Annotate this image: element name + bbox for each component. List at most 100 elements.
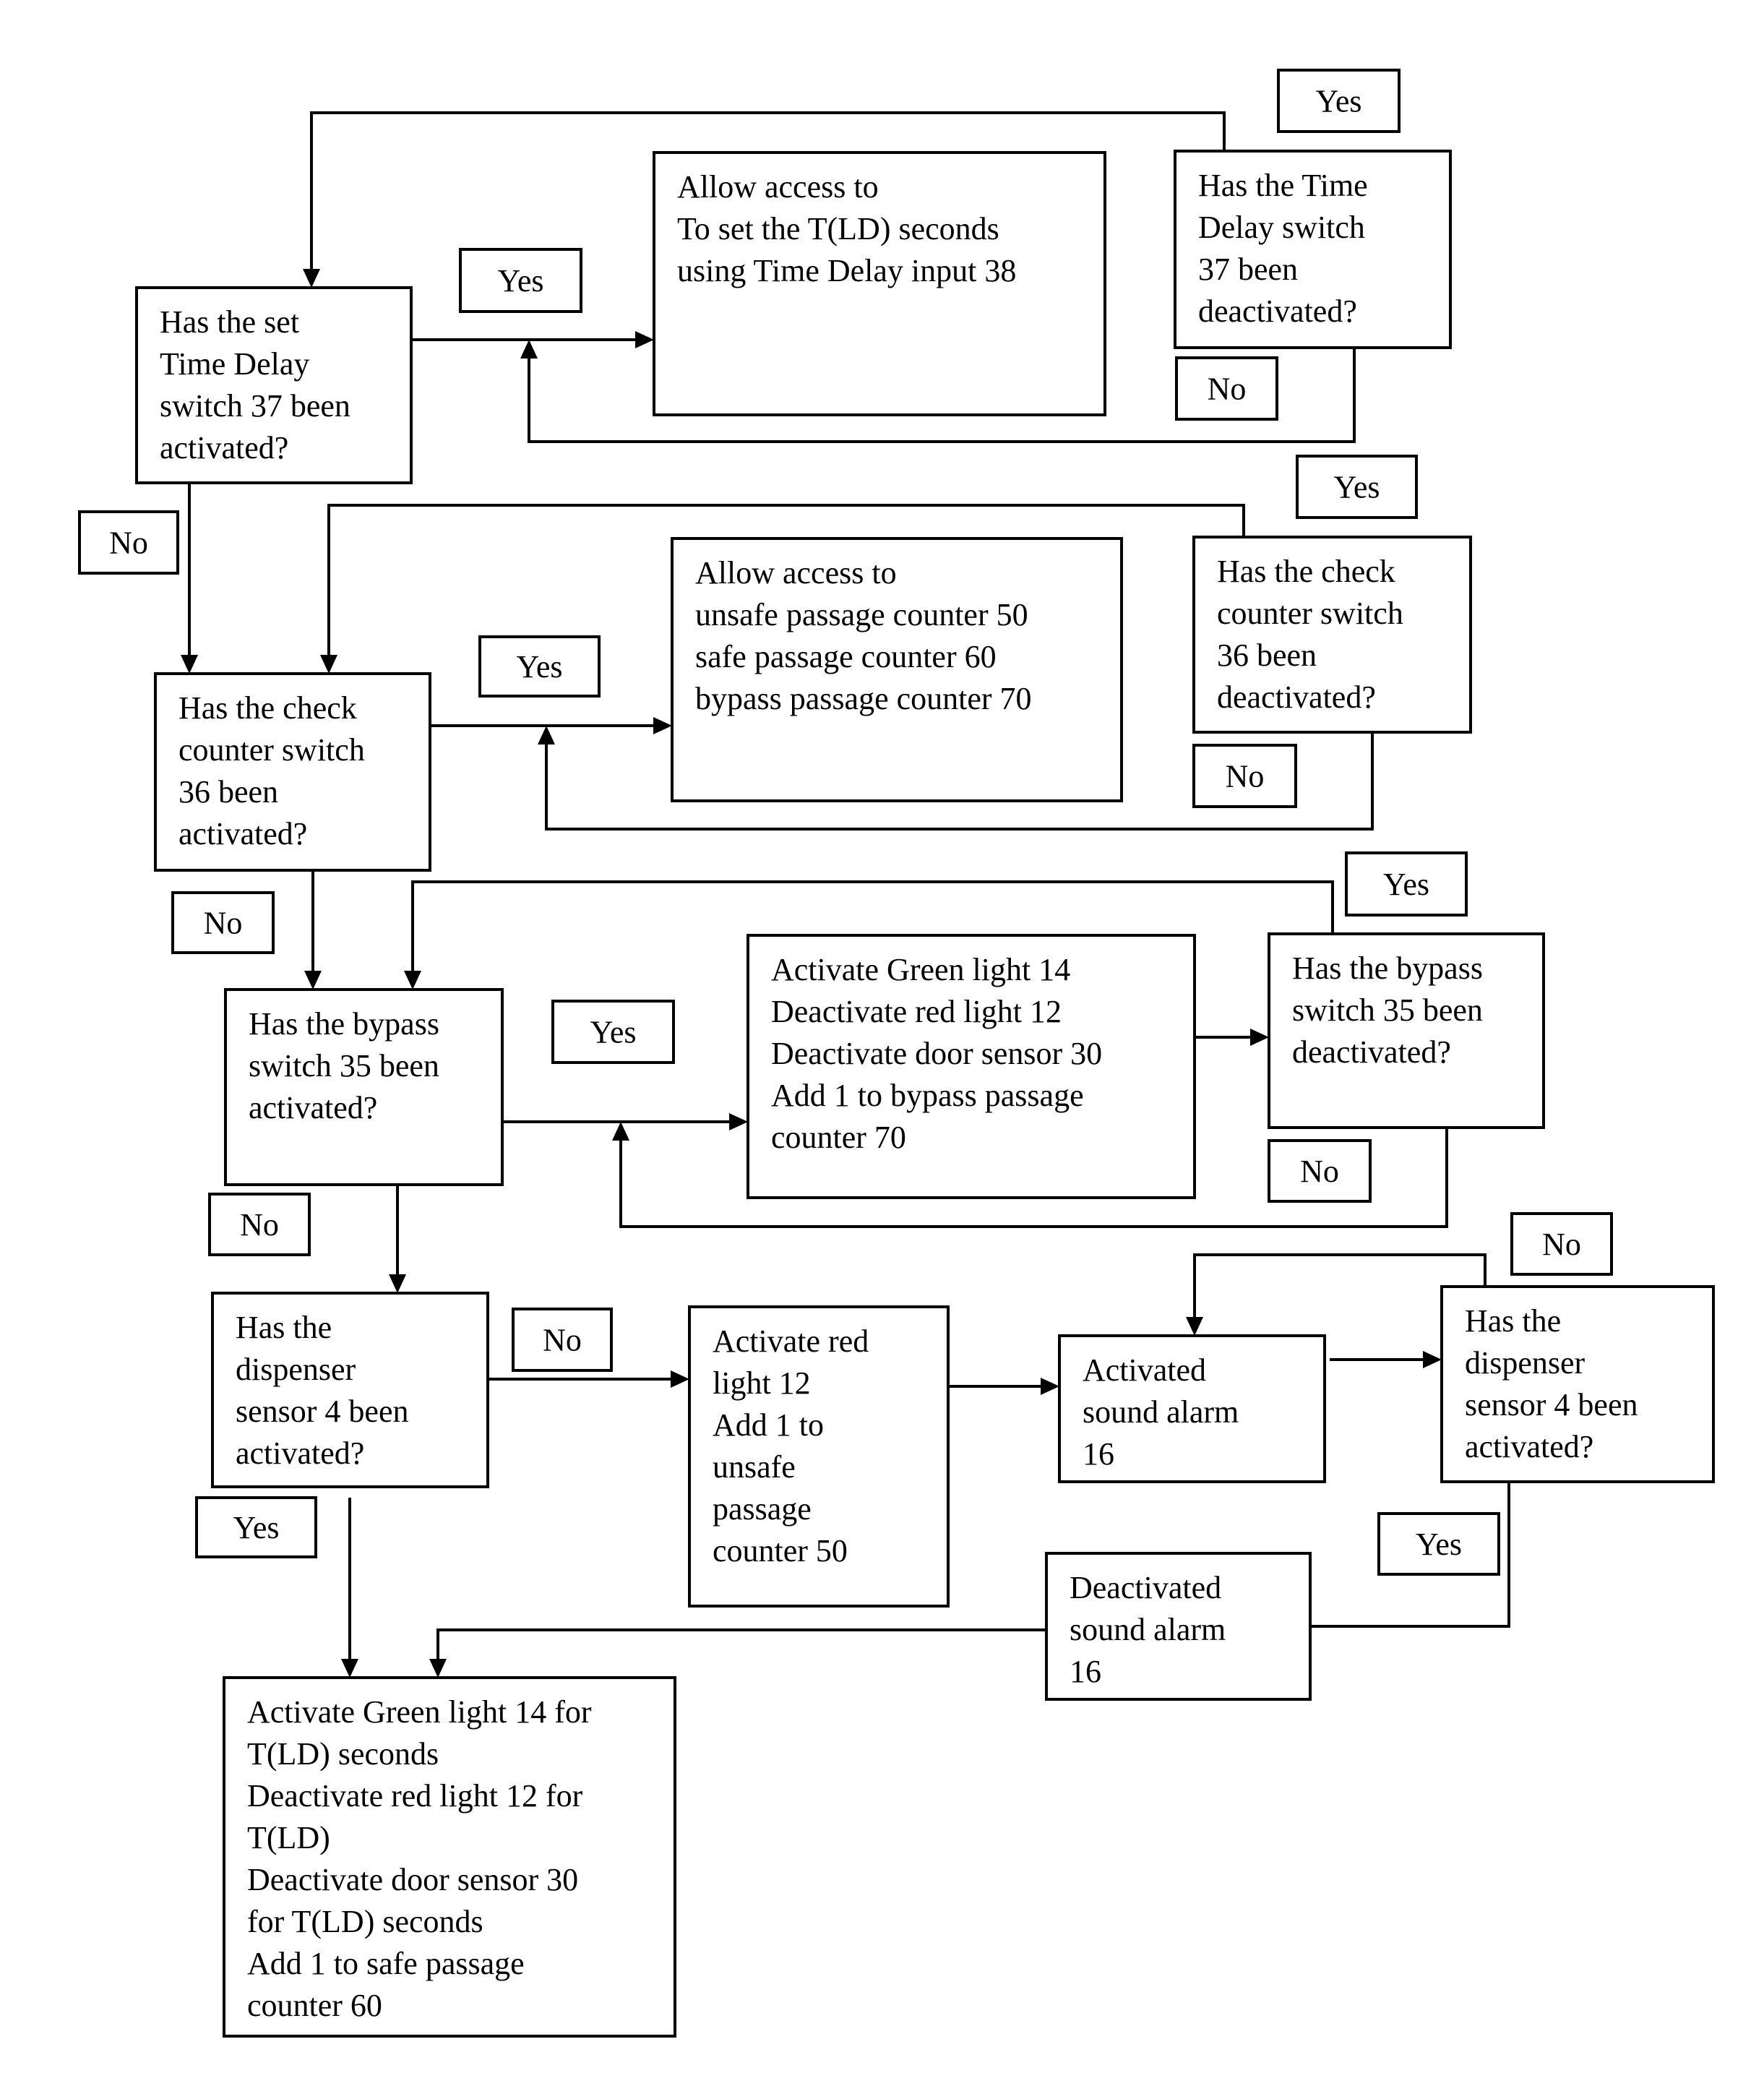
node-text-line: counter 70 — [771, 1120, 906, 1155]
node-q-dispenser-again: Has the dispenser sensor 4 been activated? — [1440, 1285, 1715, 1483]
node-q-check-on: Has the check counter switch 36 been activa… — [154, 672, 431, 872]
node-text-line: Has the bypass — [1292, 950, 1483, 986]
node-text-line: unsafe passage counter 50 — [695, 597, 1028, 632]
node-text-line: Allow access to — [695, 555, 897, 591]
node-text-line: Activated — [1083, 1352, 1206, 1388]
label-text: Yes — [1333, 470, 1380, 505]
node-text-line: Has the check — [178, 690, 357, 726]
node-q-bypass-off: Has the bypass switch 35 been deactivated? — [1268, 932, 1545, 1129]
node-text-line: Has the set — [160, 304, 299, 340]
arrowhead-icon — [389, 1274, 406, 1293]
node-text-line: To set the T(LD) seconds — [677, 211, 999, 246]
edge-label-yes-check: Yes — [478, 635, 601, 698]
arrowhead-icon — [520, 340, 538, 359]
arrowhead-icon — [429, 1659, 447, 1678]
label-text: No — [543, 1323, 582, 1358]
node-q-bypass-on: Has the bypass switch 35 been activated? — [224, 988, 504, 1186]
node-text-line: activated? — [249, 1090, 377, 1125]
connector-edge-check-yes — [430, 717, 672, 734]
label-text: No — [204, 906, 243, 941]
node-text-line: Has the Time — [1198, 168, 1368, 203]
arrowhead-icon — [404, 971, 421, 990]
node-text-line: Has the check — [1217, 554, 1395, 589]
node-text-line: T(LD) seconds — [247, 1736, 439, 1772]
arrowhead-icon — [320, 655, 337, 674]
label-text: Yes — [590, 1015, 636, 1050]
node-text-line: Activate red — [713, 1323, 869, 1359]
node-text-line: counter 50 — [713, 1533, 848, 1568]
arrowhead-icon — [303, 269, 320, 288]
connector-line — [436, 1628, 1046, 1659]
flowchart-canvas: Has the set Time Delay switch 37 been activ… — [78, 69, 1715, 2038]
node-text-line: dispenser — [1465, 1345, 1586, 1381]
node-p-counters: Allow access to unsafe passage counter 50… — [671, 537, 1123, 802]
node-text-line: Deactivate door sensor 30 — [247, 1862, 578, 1897]
edge-label-no-dispenser: No — [512, 1308, 613, 1372]
label-text: Yes — [1383, 867, 1429, 902]
edge-label-yes-bypass: Yes — [551, 1000, 675, 1064]
node-text-line: 16 — [1070, 1654, 1101, 1689]
edge-label-no-check-off: No — [1192, 744, 1297, 808]
node-text-line: 36 been — [178, 774, 278, 810]
node-text-line: Has the — [1465, 1303, 1561, 1339]
edge-label-yes-bypass-off: Yes — [1345, 851, 1468, 917]
node-p-alarm-off: Deactivated sound alarm 16 — [1045, 1552, 1312, 1701]
arrowhead-icon — [635, 331, 654, 348]
label-text: No — [240, 1207, 279, 1242]
arrowhead-icon — [1423, 1351, 1442, 1368]
label-text: Yes — [497, 263, 543, 299]
connector-edge-dispenser-no — [488, 1370, 689, 1388]
node-text-line: sensor 4 been — [1465, 1387, 1638, 1422]
label-text: No — [1226, 759, 1265, 794]
node-text-line: counter switch — [1217, 596, 1403, 631]
arrowhead-icon — [304, 971, 322, 990]
node-text-line: Deactivate door sensor 30 — [771, 1036, 1102, 1071]
edge-label-no-check: No — [171, 891, 275, 954]
node-q-dispenser: Has the dispenser sensor 4 been activated? — [211, 1292, 489, 1488]
connector-edge-check-no — [304, 870, 322, 990]
arrowhead-icon — [729, 1113, 748, 1130]
node-text-line: 16 — [1083, 1436, 1114, 1472]
label-text: Yes — [1315, 84, 1361, 119]
label-text: No — [1208, 372, 1247, 407]
node-q-timedelay-on: Has the set Time Delay switch 37 been activ… — [135, 286, 413, 484]
node-text-line: using Time Delay input 38 — [677, 253, 1016, 288]
connector-edge-bypass-no — [389, 1185, 406, 1293]
node-text-line: activated? — [178, 816, 307, 851]
node-text-line: 36 been — [1217, 638, 1317, 673]
arrowhead-icon — [653, 717, 672, 734]
connector-edge-dispenser-yes — [341, 1498, 358, 1678]
arrowhead-icon — [1250, 1029, 1269, 1046]
label-text: No — [1300, 1154, 1339, 1189]
label-text: Yes — [1416, 1527, 1462, 1562]
arrowhead-icon — [1186, 1317, 1203, 1336]
edge-label-no-timedelay: No — [78, 510, 179, 575]
edge-label-yes-timedelay: Yes — [459, 248, 582, 313]
node-text-line: passage — [713, 1491, 812, 1527]
edge-label-no-bypass-off: No — [1268, 1139, 1372, 1203]
connector-edge-timedelay-no — [181, 483, 198, 674]
node-text-line: 37 been — [1198, 252, 1298, 287]
arrowhead-icon — [612, 1122, 629, 1141]
node-text-line: activated? — [1465, 1429, 1593, 1464]
node-text-line: safe passage counter 60 — [695, 639, 997, 674]
node-text-line: switch 35 been — [1292, 992, 1483, 1028]
connector-edge-unsafe-to-alarm — [948, 1378, 1059, 1395]
node-text-line: dispenser — [236, 1352, 356, 1387]
node-p-set-tld: Allow access to To set the T(LD) seconds u… — [653, 151, 1106, 416]
connector-edge-timedelay-yes — [411, 331, 654, 348]
connector-edge-alarm-off-to-safe — [429, 1628, 1046, 1678]
connector-edge-bypass-yes — [502, 1113, 748, 1130]
node-text-line: bypass passage counter 70 — [695, 681, 1032, 716]
connector-edge-alarm-to-check — [1330, 1351, 1442, 1368]
label-text: No — [109, 525, 148, 561]
node-text-line: counter switch — [178, 732, 365, 768]
node-text-line: sensor 4 been — [236, 1394, 409, 1429]
edge-label-yes-check-off: Yes — [1296, 455, 1418, 519]
edge-label-no-dispenser-again: No — [1510, 1212, 1613, 1276]
node-text-line: Activate Green light 14 — [771, 952, 1070, 987]
node-text-line: deactivated? — [1198, 293, 1357, 329]
node-text-line: Allow access to — [677, 169, 879, 205]
node-text-line: Deactivate red light 12 for — [247, 1778, 583, 1814]
edge-label-yes-dispenser-again: Yes — [1377, 1512, 1500, 1576]
